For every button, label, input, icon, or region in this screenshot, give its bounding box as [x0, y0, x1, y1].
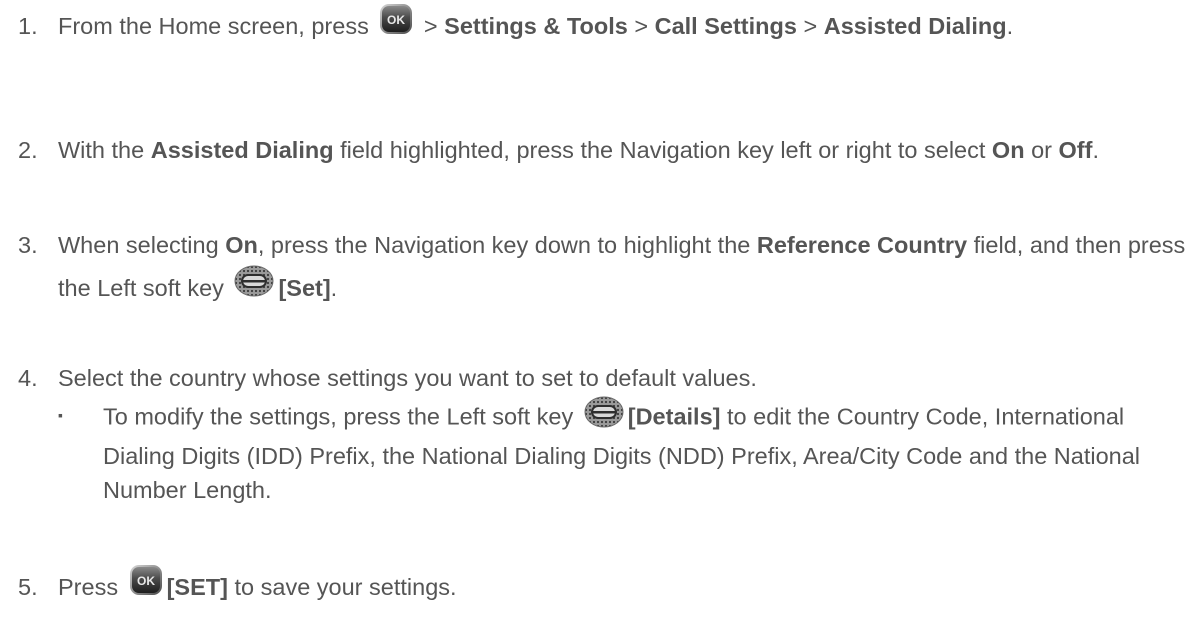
step-number: 1.	[18, 13, 38, 39]
svg-text:OK: OK	[387, 13, 405, 27]
svg-text:OK: OK	[137, 574, 155, 588]
step-text: Select the country whose settings you wa…	[58, 365, 757, 391]
step-text: Press OK [SET] to save your settings.	[58, 564, 1188, 612]
step-text: With the Assisted Dialing field highligh…	[58, 137, 1099, 163]
left-soft-key-icon	[234, 265, 274, 311]
step-number: 3.	[18, 232, 38, 258]
step-1: 1. From the Home screen, press OK > Sett…	[18, 3, 1188, 51]
step-text: From the Home screen, press OK > Setting…	[58, 3, 1188, 51]
bullet-text: To modify the settings, press the Left s…	[103, 396, 1188, 507]
step-text: When selecting On, press the Navigation …	[58, 224, 1188, 313]
step-5: 5. Press OK [SET] to save your settings.	[18, 564, 1188, 612]
step-number: 2.	[18, 137, 38, 163]
sub-bullet: ▪ To modify the settings, press the Left…	[58, 396, 1188, 507]
instruction-document: 1. From the Home screen, press OK > Sett…	[0, 0, 1204, 626]
menu-path-settings-tools: Settings & Tools	[444, 13, 628, 40]
step-2: 2. With the Assisted Dialing field highl…	[18, 133, 1188, 167]
left-soft-key-icon	[584, 396, 624, 437]
ok-key-icon: OK	[129, 564, 163, 610]
menu-path-assisted-dialing: Assisted Dialing	[823, 13, 1007, 40]
bullet-icon: ▪	[58, 407, 63, 423]
step-3: 3. When selecting On, press the Navigati…	[18, 224, 1188, 313]
menu-path-call-settings: Call Settings	[654, 13, 797, 40]
step-number: 4.	[18, 365, 38, 391]
step-number: 5.	[18, 574, 38, 600]
step-4: 4. Select the country whose settings you…	[18, 357, 1188, 400]
ok-key-icon: OK	[379, 3, 413, 49]
